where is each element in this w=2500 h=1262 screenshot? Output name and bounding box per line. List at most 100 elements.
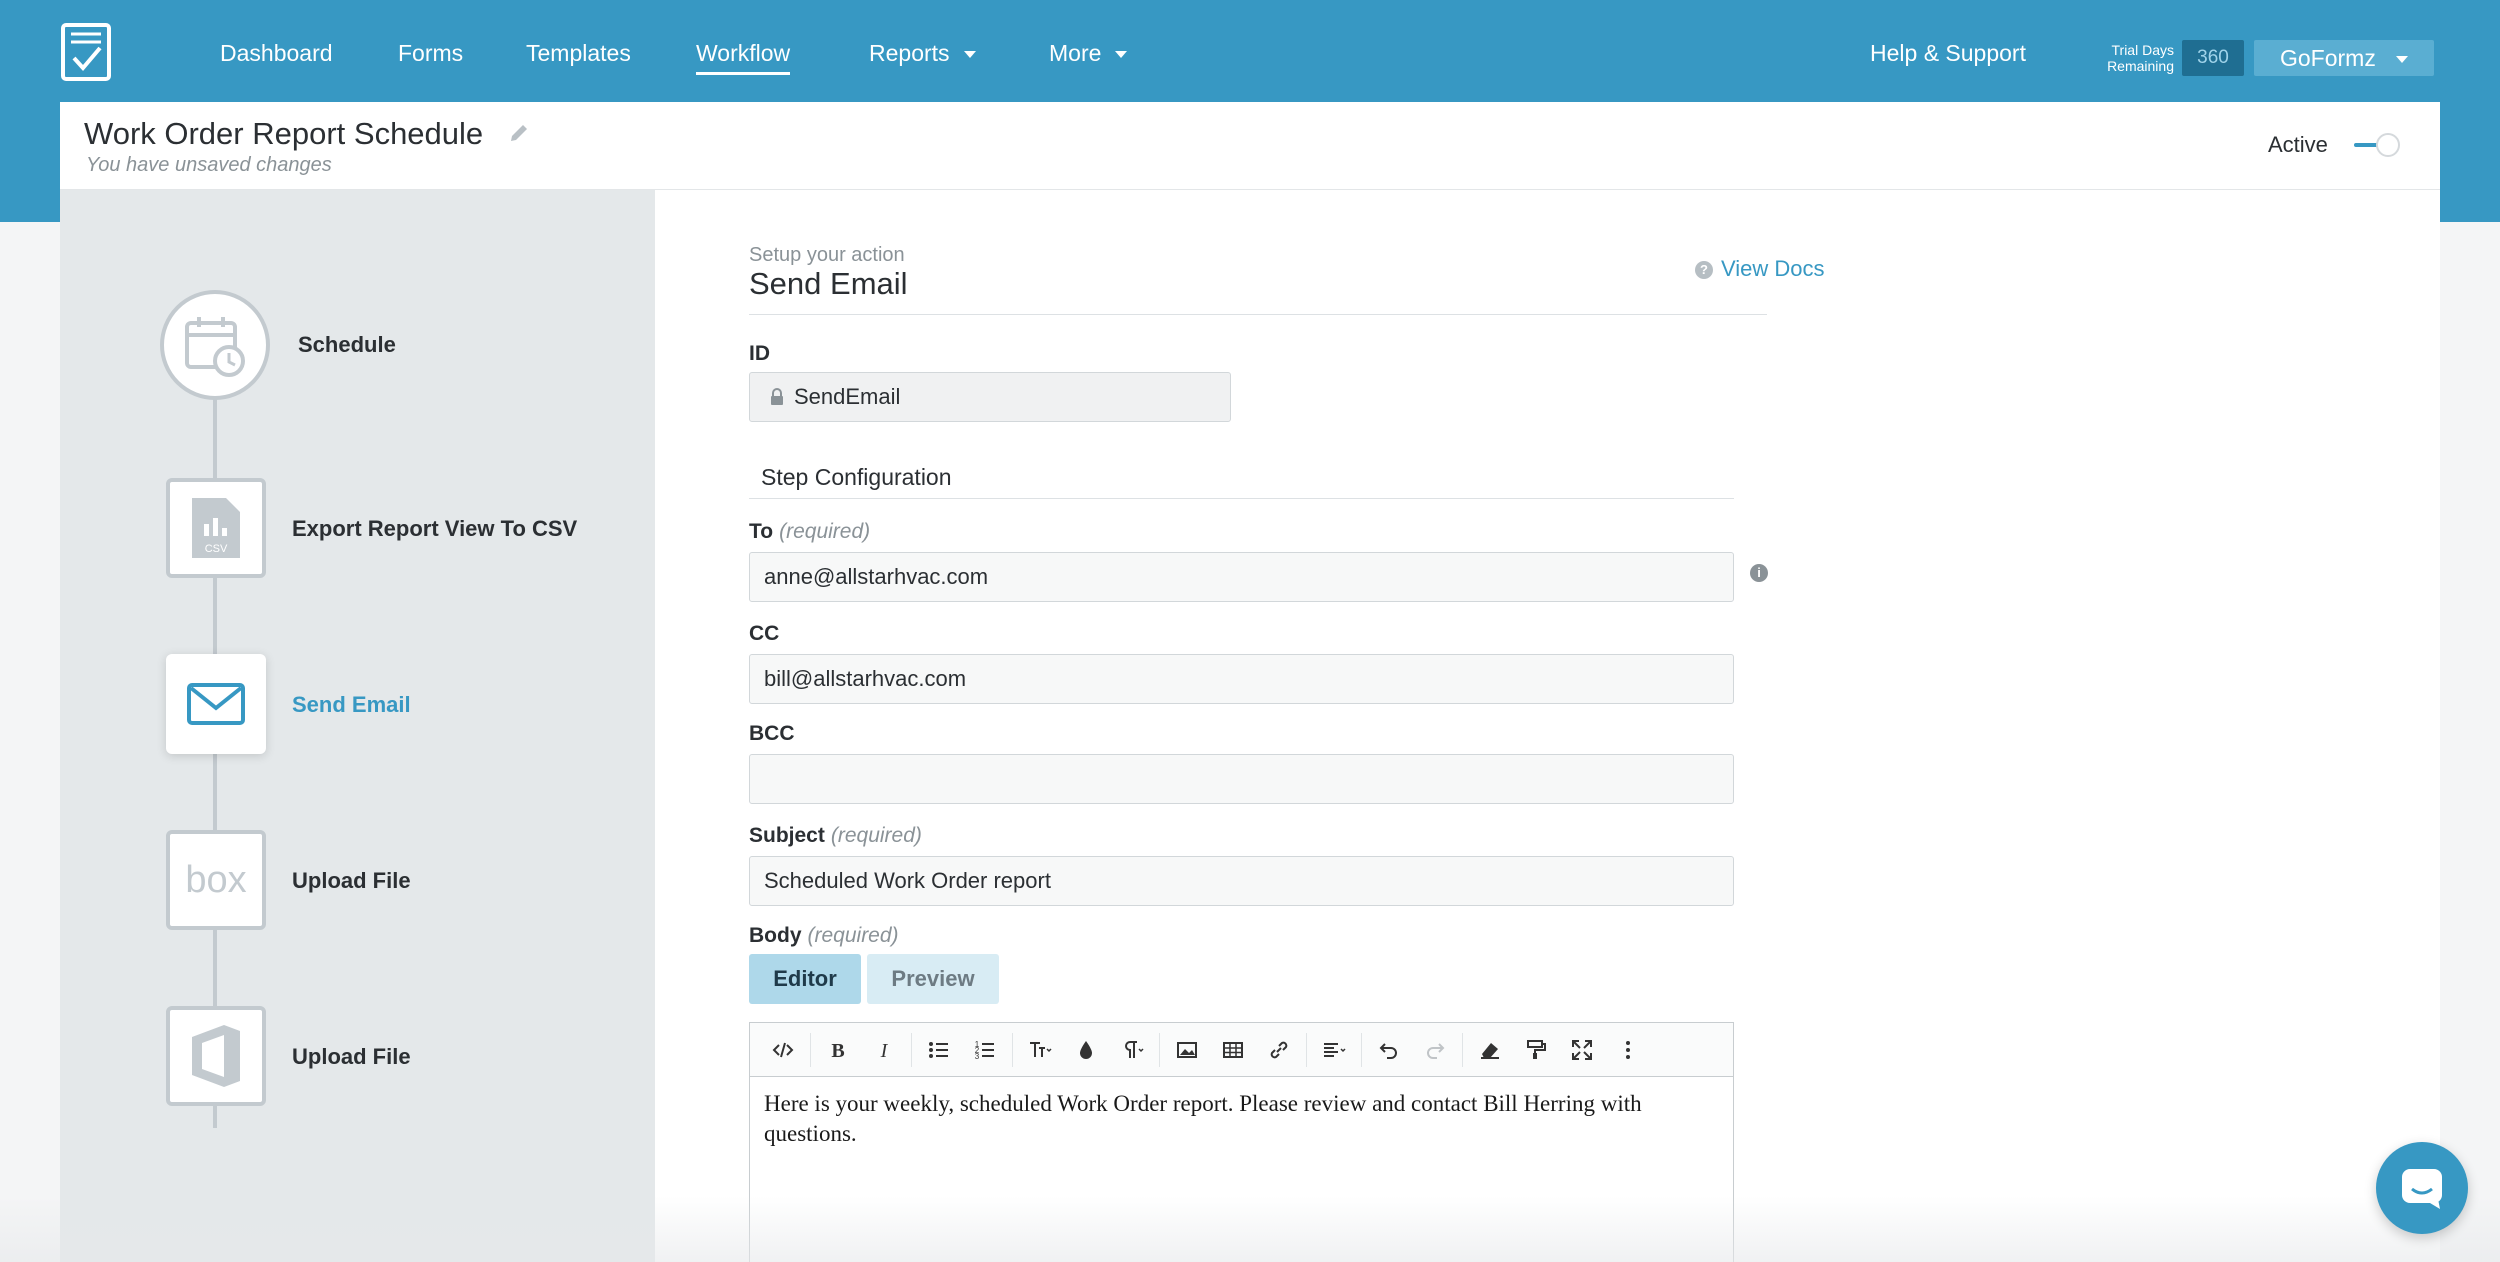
svg-text:I: I: [880, 1040, 889, 1062]
code-view-button[interactable]: [760, 1030, 806, 1070]
paint-roller-icon: [1527, 1039, 1546, 1059]
toolbar-separator: [1159, 1032, 1160, 1067]
nav-reports[interactable]: Reports: [869, 40, 976, 67]
step-export-csv-node[interactable]: CSV: [166, 478, 266, 578]
step-upload-box-label[interactable]: Upload File: [292, 868, 411, 894]
step-upload-box-node[interactable]: box: [166, 830, 266, 930]
svg-text:3: 3: [975, 1052, 980, 1061]
bullet-list-button[interactable]: [916, 1030, 962, 1070]
support-chat-button[interactable]: [2376, 1142, 2468, 1234]
bcc-label: BCC: [749, 722, 795, 745]
expand-icon: [1572, 1039, 1592, 1060]
redo-button[interactable]: [1412, 1030, 1458, 1070]
workflow-steps-panel: Schedule CSV Export Report View To CSV S…: [60, 190, 655, 1262]
pencil-icon[interactable]: [508, 122, 530, 144]
subject-label: Subject (required): [749, 824, 922, 848]
nav-forms[interactable]: Forms: [398, 40, 463, 67]
chevron-down-icon: [1115, 51, 1128, 59]
subject-required-text: (required): [830, 824, 922, 847]
id-value: SendEmail: [794, 384, 901, 409]
code-icon: [772, 1042, 794, 1057]
format-painter-button[interactable]: [1513, 1030, 1559, 1070]
body-editor[interactable]: Here is your weekly, scheduled Work Orde…: [749, 1076, 1734, 1262]
step-schedule-label[interactable]: Schedule: [298, 332, 396, 358]
step-upload-office-node[interactable]: [166, 1006, 266, 1106]
italic-icon: I: [880, 1040, 889, 1062]
paragraph-icon: [1125, 1040, 1144, 1058]
to-input[interactable]: anne@allstarhvac.com: [749, 552, 1734, 602]
undo-icon: [1379, 1042, 1397, 1059]
view-docs-label: View Docs: [1721, 256, 1825, 281]
goformz-logo-icon[interactable]: [60, 22, 112, 82]
subject-input[interactable]: Scheduled Work Order report: [749, 856, 1734, 906]
section-divider: [749, 498, 1734, 499]
cc-label: CC: [749, 622, 780, 645]
body-label-text: Body: [749, 924, 802, 947]
active-label: Active: [2268, 132, 2328, 157]
insert-table-button[interactable]: [1210, 1030, 1256, 1070]
workflow-card: Work Order Report Schedule You have unsa…: [60, 102, 2440, 1262]
setup-action-label: Setup your action: [749, 244, 905, 266]
nav-workflow[interactable]: Workflow: [696, 40, 791, 75]
step-send-email-label[interactable]: Send Email: [292, 692, 411, 718]
text-color-button[interactable]: [1063, 1030, 1109, 1070]
fullscreen-button[interactable]: [1559, 1030, 1605, 1070]
calendar-clock-icon: [185, 317, 245, 377]
body-required-text: (required): [807, 924, 899, 947]
to-required-text: (required): [779, 520, 871, 543]
bcc-input[interactable]: [749, 754, 1734, 804]
link-icon: [1270, 1041, 1288, 1058]
trial-days-line2: Remaining: [2107, 58, 2174, 74]
unsaved-changes-text: You have unsaved changes: [86, 154, 332, 176]
droplet-icon: [1080, 1040, 1092, 1059]
image-icon: [1177, 1041, 1197, 1058]
svg-text:B: B: [831, 1040, 844, 1062]
step-send-email-node[interactable]: [166, 654, 266, 754]
to-label: To (required): [749, 520, 870, 544]
tab-preview[interactable]: Preview: [867, 954, 999, 1004]
active-toggle[interactable]: [2354, 130, 2404, 160]
envelope-icon: [187, 683, 245, 725]
box-icon-text: box: [185, 860, 246, 900]
tab-editor[interactable]: Editor: [749, 954, 861, 1004]
nav-reports-label: Reports: [869, 40, 950, 66]
nav-more[interactable]: More: [1049, 40, 1128, 67]
nav-dashboard[interactable]: Dashboard: [220, 40, 333, 67]
cc-input[interactable]: bill@allstarhvac.com: [749, 654, 1734, 704]
help-support-link[interactable]: Help & Support: [1870, 40, 2026, 67]
bullet-list-icon: [929, 1041, 948, 1058]
chevron-down-icon: [963, 51, 976, 59]
more-vertical-icon: [1626, 1040, 1630, 1059]
step-configuration-title: Step Configuration: [761, 464, 952, 490]
align-button[interactable]: [1311, 1030, 1357, 1070]
office-logo-icon: [192, 1025, 240, 1087]
nav-templates[interactable]: Templates: [526, 40, 631, 67]
action-title: Send Email: [749, 266, 908, 301]
lock-icon: [771, 388, 783, 405]
view-docs-link[interactable]: ? View Docs: [1695, 256, 1825, 282]
body-label: Body (required): [749, 924, 899, 948]
font-size-button[interactable]: [1017, 1030, 1063, 1070]
paragraph-button[interactable]: [1109, 1030, 1155, 1070]
toolbar-separator: [1361, 1032, 1362, 1067]
account-menu-button[interactable]: GoFormz: [2254, 40, 2434, 76]
chevron-down-icon: [2395, 56, 2408, 64]
eraser-icon: [1481, 1042, 1499, 1059]
insert-image-button[interactable]: [1164, 1030, 1210, 1070]
italic-button[interactable]: I: [861, 1030, 907, 1070]
step-export-csv-label[interactable]: Export Report View To CSV: [292, 516, 577, 542]
insert-link-button[interactable]: [1256, 1030, 1302, 1070]
numbered-list-button[interactable]: 123: [962, 1030, 1008, 1070]
bold-button[interactable]: B: [815, 1030, 861, 1070]
subject-label-text: Subject: [749, 824, 825, 847]
info-icon[interactable]: i: [1750, 564, 1768, 582]
align-left-icon: [1324, 1042, 1346, 1057]
step-upload-office-label[interactable]: Upload File: [292, 1044, 411, 1070]
step-schedule-node[interactable]: [160, 290, 270, 400]
undo-button[interactable]: [1366, 1030, 1412, 1070]
csv-icon-text: CSV: [205, 543, 228, 555]
clear-format-button[interactable]: [1467, 1030, 1513, 1070]
editor-toolbar: B I 123: [749, 1022, 1734, 1076]
more-options-button[interactable]: [1605, 1030, 1651, 1070]
redo-icon: [1427, 1042, 1445, 1059]
